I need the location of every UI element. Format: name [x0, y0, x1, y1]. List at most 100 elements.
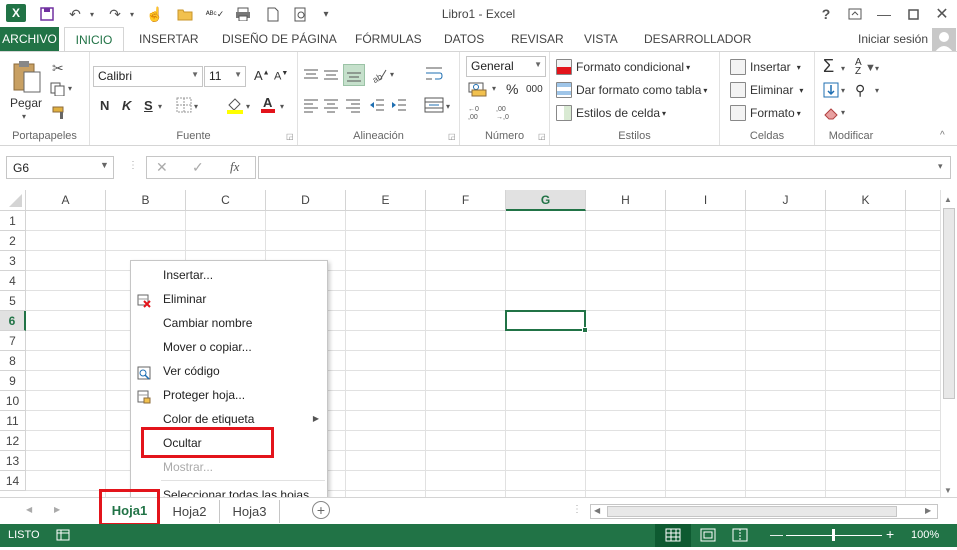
column-header-b[interactable]: B: [106, 190, 186, 211]
number-format-combo[interactable]: General ▼: [466, 56, 546, 77]
insert-cells-button[interactable]: Insertar ▾: [730, 59, 801, 75]
menu-item-mover-o-copiar[interactable]: Mover o copiar...: [131, 335, 327, 359]
minimize-icon[interactable]: —: [869, 3, 899, 25]
row-header-7[interactable]: 7: [0, 331, 26, 351]
tab-vista[interactable]: VISTA: [576, 27, 626, 52]
fill-dropdown-icon[interactable]: ▾: [841, 86, 845, 95]
thousands-separator-button[interactable]: 000: [526, 84, 543, 95]
paste-dropdown-icon[interactable]: ▾: [22, 112, 26, 121]
accounting-dropdown-icon[interactable]: ▾: [492, 84, 496, 93]
collapse-ribbon-icon[interactable]: ^: [940, 130, 945, 141]
prev-sheet-icon[interactable]: ◀: [26, 505, 32, 514]
select-all-corner[interactable]: [0, 190, 26, 211]
column-header-h[interactable]: H: [586, 190, 666, 211]
menu-item-ver-código[interactable]: Ver código: [131, 359, 327, 383]
align-left-icon[interactable]: [302, 96, 320, 114]
bold-button[interactable]: N: [100, 98, 109, 113]
active-cell[interactable]: [505, 310, 586, 331]
zoom-slider-thumb[interactable]: [832, 529, 835, 541]
menu-item-proteger-hoja[interactable]: Proteger hoja...: [131, 383, 327, 407]
copy-icon[interactable]: [50, 82, 66, 97]
orientation-icon[interactable]: ab: [370, 66, 388, 85]
menu-item-insertar[interactable]: Insertar...: [131, 263, 327, 287]
hscroll-thumb[interactable]: [607, 506, 897, 517]
tab-archivo[interactable]: ARCHIVO: [0, 27, 59, 52]
insert-function-button[interactable]: fx: [230, 159, 239, 175]
formula-input[interactable]: [258, 156, 951, 179]
grow-font-icon[interactable]: A▲: [254, 68, 270, 83]
tab-diseno-de-pagina[interactable]: DISEÑO DE PÁGINA: [214, 27, 345, 52]
paste-button-label[interactable]: Pegar: [10, 96, 42, 110]
align-middle-icon[interactable]: [322, 66, 340, 84]
scroll-thumb[interactable]: [943, 208, 955, 399]
zoom-out-icon[interactable]: —: [770, 527, 783, 542]
scroll-left-icon[interactable]: ◀: [594, 506, 600, 515]
sort-dropdown-icon[interactable]: ▾: [875, 64, 879, 73]
close-icon[interactable]: ✕: [927, 3, 957, 25]
conditional-format-button[interactable]: Formato condicional ▾: [556, 59, 690, 75]
increase-indent-icon[interactable]: [390, 96, 408, 114]
fill-color-icon[interactable]: [226, 96, 244, 114]
wrap-text-icon[interactable]: [424, 64, 444, 84]
column-header-f[interactable]: F: [426, 190, 506, 211]
borders-icon[interactable]: [176, 97, 192, 113]
menu-item-cambiar-nombre[interactable]: Cambiar nombre: [131, 311, 327, 335]
signin-link[interactable]: Iniciar sesión: [850, 27, 936, 52]
font-color-dropdown-icon[interactable]: ▾: [280, 102, 284, 111]
row-header-1[interactable]: 1: [0, 211, 26, 231]
column-header-i[interactable]: I: [666, 190, 746, 211]
clear-icon[interactable]: [823, 106, 839, 120]
format-cells-button[interactable]: Formato ▾: [730, 105, 801, 121]
row-header-6[interactable]: 6: [0, 311, 26, 331]
help-icon[interactable]: ?: [811, 3, 841, 25]
align-bottom-icon[interactable]: [343, 64, 365, 86]
shrink-font-icon[interactable]: A▼: [274, 70, 288, 83]
font-color-icon[interactable]: A: [260, 95, 276, 113]
accounting-format-icon[interactable]: [468, 80, 490, 98]
tab-revisar[interactable]: REVISAR: [503, 27, 572, 52]
decrease-decimal-icon[interactable]: ,00 →,0: [496, 104, 516, 121]
format-as-table-button[interactable]: Dar formato como tabla ▾: [556, 82, 707, 98]
next-sheet-icon[interactable]: ▶: [54, 505, 60, 514]
enter-icon[interactable]: ✓: [192, 159, 204, 176]
zoom-in-icon[interactable]: +: [886, 526, 894, 542]
formula-bar-handle-icon[interactable]: ⋮: [128, 160, 138, 171]
fill-icon[interactable]: [823, 82, 839, 98]
column-header-c[interactable]: C: [186, 190, 266, 211]
autosum-dropdown-icon[interactable]: ▾: [841, 64, 845, 73]
row-header-9[interactable]: 9: [0, 371, 26, 391]
page-layout-view-icon[interactable]: [700, 528, 716, 542]
column-header-a[interactable]: A: [26, 190, 106, 211]
scroll-down-icon[interactable]: ▼: [944, 486, 952, 495]
cell-styles-button[interactable]: Estilos de celda ▾: [556, 105, 666, 121]
underline-dropdown-icon[interactable]: ▾: [158, 102, 162, 111]
clear-dropdown-icon[interactable]: ▾: [841, 108, 845, 117]
row-header-8[interactable]: 8: [0, 351, 26, 371]
row-header-5[interactable]: 5: [0, 291, 26, 311]
row-header-3[interactable]: 3: [0, 251, 26, 271]
column-header-g[interactable]: G: [506, 190, 586, 211]
font-name-combo[interactable]: Calibri ▼: [93, 66, 203, 87]
sheet-tab-hoja3[interactable]: Hoja3: [220, 500, 280, 523]
vertical-scrollbar[interactable]: ▲ ▼: [940, 190, 957, 497]
page-break-view-icon[interactable]: [732, 528, 748, 542]
autosum-icon[interactable]: Σ: [823, 56, 834, 77]
underline-button[interactable]: S: [144, 98, 153, 113]
tab-inicio[interactable]: INICIO: [64, 27, 124, 53]
row-header-14[interactable]: 14: [0, 471, 26, 491]
delete-cells-button[interactable]: Eliminar ▾: [730, 82, 803, 98]
format-painter-icon[interactable]: [52, 106, 68, 120]
cut-icon[interactable]: ✂: [52, 60, 64, 77]
normal-view-button[interactable]: [655, 524, 691, 547]
row-header-10[interactable]: 10: [0, 391, 26, 411]
paste-icon[interactable]: [10, 60, 42, 96]
tab-datos[interactable]: DATOS: [436, 27, 492, 52]
borders-dropdown-icon[interactable]: ▾: [194, 102, 198, 111]
maximize-icon[interactable]: [898, 3, 928, 25]
column-header-d[interactable]: D: [266, 190, 346, 211]
find-dropdown-icon[interactable]: ▾: [875, 86, 879, 95]
tab-formulas[interactable]: FÓRMULAS: [347, 27, 430, 52]
column-header-k[interactable]: K: [826, 190, 906, 211]
tab-insertar[interactable]: INSERTAR: [131, 27, 207, 52]
zoom-level[interactable]: 100%: [911, 529, 939, 541]
